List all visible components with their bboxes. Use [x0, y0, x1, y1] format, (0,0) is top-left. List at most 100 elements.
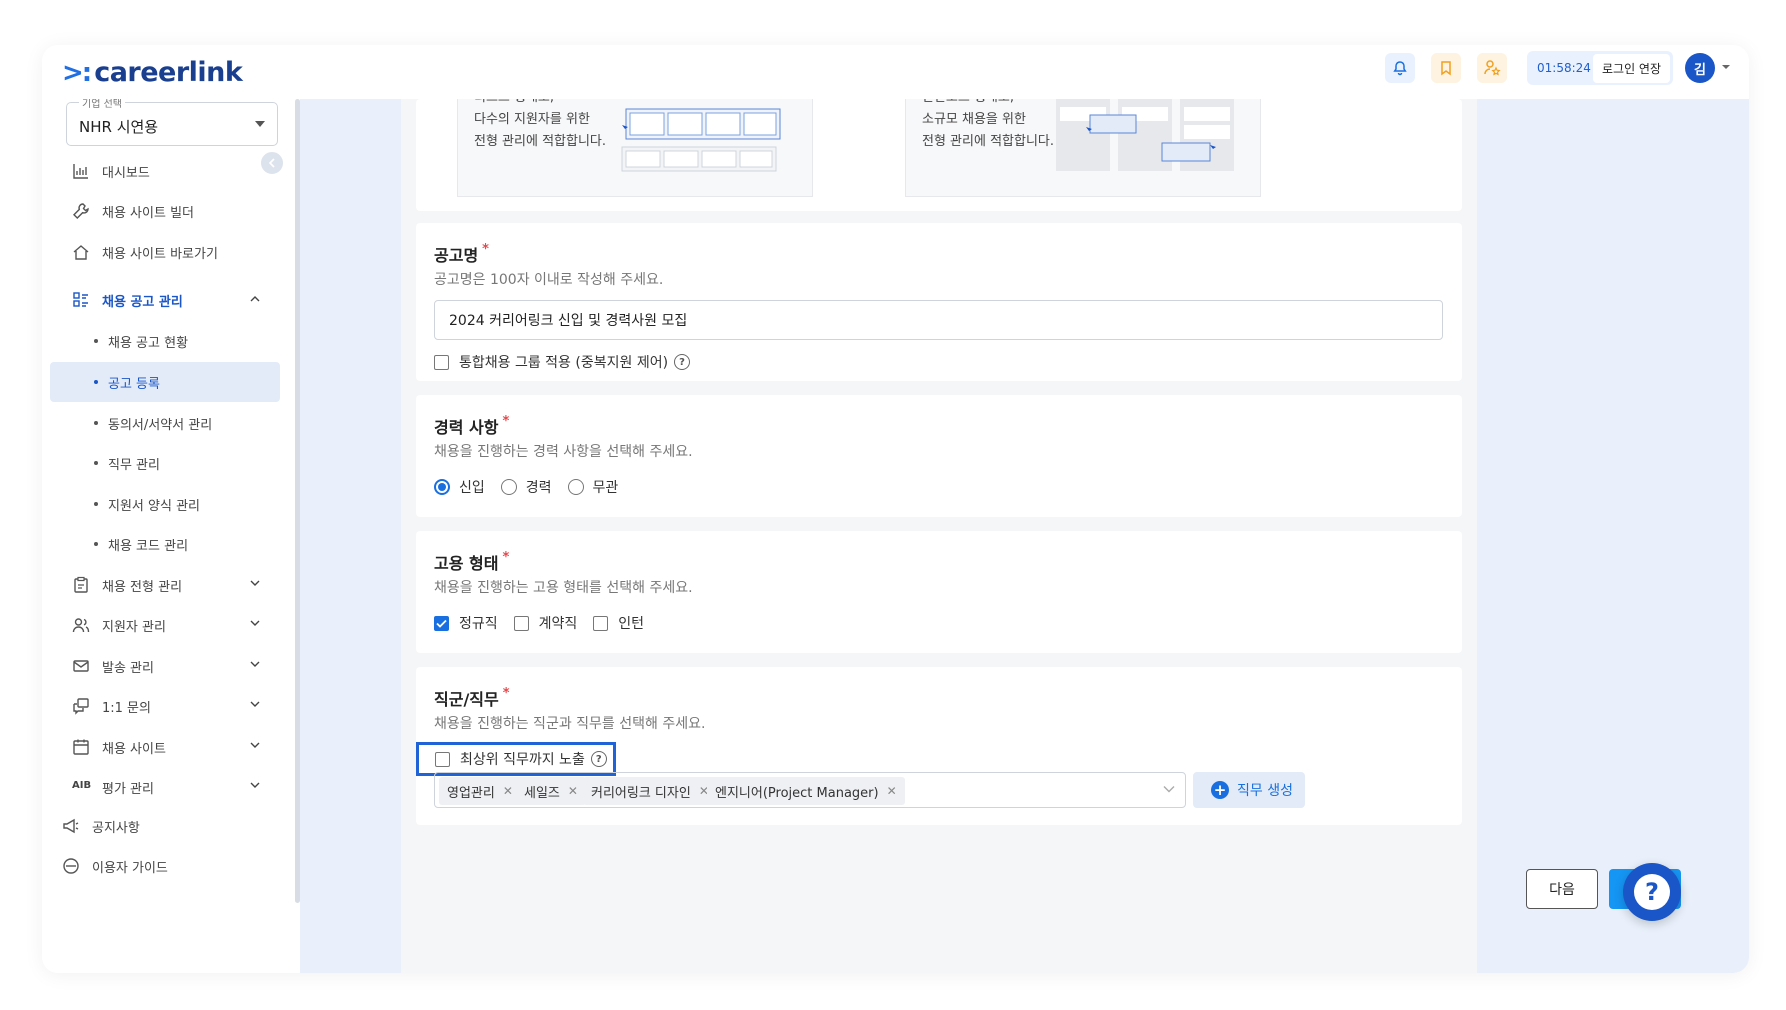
users-icon — [72, 618, 90, 633]
close-icon[interactable]: ✕ — [503, 784, 513, 798]
checkbox-label: 정규직 — [459, 616, 498, 632]
wrench-icon — [73, 203, 89, 219]
sidebar-item-mailing[interactable]: 발송 관리 — [50, 647, 280, 685]
sidebar-item-site-builder[interactable]: 채용 사이트 빌더 — [50, 192, 280, 230]
career-card: 경력 사항 * 채용을 진행하는 경력 사항을 선택해 주세요. 신입 경력 무관 — [416, 395, 1462, 517]
sidebar-item-label: 발송 관리 — [102, 660, 154, 676]
careerlink-logo[interactable]: >: careerlink — [62, 57, 243, 88]
group-apply-checkbox-row[interactable]: 통합채용 그룹 적용 (중복지원 제어) ? — [434, 352, 691, 372]
logo-text: careerlink — [94, 57, 243, 88]
chevron-down-icon[interactable] — [1163, 785, 1175, 793]
sidebar-item-inquiry[interactable]: 1:1 문의 — [50, 687, 280, 725]
radio-label: 신입 — [459, 480, 485, 496]
help-circle-icon[interactable]: ? — [674, 354, 691, 370]
sidebar-item-site-shortcut[interactable]: 채용 사이트 바로가기 — [50, 233, 280, 271]
layout-desc-line: 소규모 채용을 위한 — [922, 112, 1026, 127]
sidebar-item-label: 채용 전형 관리 — [102, 579, 183, 595]
section-description: 공고명은 100자 이내로 작성해 주세요. — [434, 272, 664, 288]
employment-checkbox-intern[interactable] — [593, 615, 609, 631]
sidebar-item-recruit-site[interactable]: 채용 사이트 — [50, 728, 280, 766]
sidebar-item-guide[interactable]: 이용자 가이드 — [42, 847, 270, 885]
layout-select-card: 리스트 형태로, 다수의 지원자를 위한 전형 관리에 적합합니다. 칸반 — [416, 90, 1462, 211]
employment-checkbox-regular[interactable] — [434, 615, 449, 631]
sidebar-item-process[interactable]: 채용 전형 관리 — [50, 566, 280, 604]
career-radio-any[interactable] — [567, 479, 584, 495]
sidebar-item-evaluation[interactable]: AIB 평가 관리 — [50, 768, 280, 806]
section-description: 채용을 진행하는 직군과 직무를 선택해 주세요. — [434, 716, 706, 732]
sidebar-item-label: 채용 사이트 — [102, 741, 166, 757]
chevron-down-icon — [250, 661, 260, 667]
bookmark-button[interactable] — [1431, 53, 1461, 83]
bell-icon — [1393, 61, 1407, 76]
career-radio-group: 신입 경력 무관 — [434, 477, 634, 497]
chevron-down-icon — [250, 742, 260, 748]
sidebar-subitem-job-manage[interactable]: 직무 관리 — [50, 443, 280, 483]
bullet-icon — [94, 542, 98, 546]
chevron-down-icon — [250, 620, 260, 626]
sidebar-item-job-posting[interactable]: 채용 공고 관리 — [50, 281, 280, 319]
avatar[interactable]: 김 — [1685, 53, 1715, 83]
bullet-icon — [94, 339, 98, 343]
highest-job-checkbox-row[interactable]: 최상위 직무까지 노출 ? — [416, 742, 616, 776]
favorite-users-button[interactable] — [1477, 53, 1507, 83]
user-star-icon — [1484, 60, 1501, 76]
required-mark: * — [502, 686, 510, 701]
sidebar-item-label: 지원서 양식 관리 — [108, 498, 200, 514]
employment-checkbox-group: 정규직 계약직 인턴 — [434, 613, 660, 633]
radio-label: 무관 — [592, 480, 619, 496]
sidebar-subitem-posting-register[interactable]: 공고 등록 — [50, 362, 280, 402]
chevron-down-icon[interactable] — [1721, 63, 1731, 71]
career-radio-experienced[interactable] — [500, 479, 517, 495]
sidebar-item-label: 채용 공고 관리 — [102, 294, 183, 310]
help-circle-icon[interactable]: ? — [590, 751, 607, 767]
company-select[interactable]: 기업 선택 NHR 시연용 — [66, 95, 278, 146]
close-icon[interactable]: ✕ — [887, 784, 897, 798]
layout-option-list[interactable]: 리스트 형태로, 다수의 지원자를 위한 전형 관리에 적합합니다. — [457, 90, 813, 197]
session-timer: 01:58:24 로그인 연장 — [1527, 51, 1673, 85]
chevron-down-icon — [250, 701, 260, 707]
sidebar-item-label: 채용 공고 현황 — [108, 335, 189, 351]
notification-button[interactable] — [1385, 53, 1415, 83]
layout-option-kanban[interactable]: 칸반보드 형태로, 소규모 채용을 위한 전형 관리에 적합합니다. — [905, 90, 1261, 197]
sidebar-item-label: 채용 코드 관리 — [108, 538, 189, 554]
chevron-left-icon — [268, 158, 275, 168]
sidebar-item-applicants[interactable]: 지원자 관리 — [50, 606, 280, 644]
app-window: >: careerlink 01:58:24 로그인 연장 김 기업 선택 NH… — [42, 45, 1749, 973]
required-mark: * — [482, 242, 489, 257]
check-icon — [436, 619, 447, 628]
sidebar-subitem-consent[interactable]: 동의서/서약서 관리 — [50, 403, 280, 443]
posting-title-input[interactable]: 2024 커리어링크 신입 및 경력사원 모집 — [434, 300, 1443, 340]
job-chip-label: 커리어링크 디자인 — [591, 785, 691, 801]
sidebar-item-dashboard[interactable]: 대시보드 — [50, 152, 280, 190]
highest-job-checkbox[interactable] — [435, 751, 450, 767]
chevron-down-icon — [250, 782, 260, 788]
sidebar-subitem-posting-status[interactable]: 채용 공고 현황 — [50, 321, 280, 361]
plus-circle-icon: + — [1211, 781, 1229, 799]
chevron-down-icon — [250, 580, 260, 586]
next-button[interactable]: 다음 — [1526, 869, 1598, 909]
close-icon[interactable]: ✕ — [568, 784, 578, 798]
chevron-up-icon — [250, 296, 260, 302]
group-apply-checkbox[interactable] — [434, 354, 449, 370]
sidebar-subitem-form-manage[interactable]: 지원서 양식 관리 — [50, 484, 280, 524]
sidebar-subitem-code-manage[interactable]: 채용 코드 관리 — [50, 524, 280, 564]
career-radio-newcomer[interactable] — [434, 479, 450, 495]
create-job-label: 직무 생성 — [1237, 783, 1293, 799]
create-job-button[interactable]: + 직무 생성 — [1193, 772, 1305, 808]
bullet-icon — [94, 461, 98, 465]
main-area: 리스트 형태로, 다수의 지원자를 위한 전형 관리에 적합합니다. 칸반 — [300, 90, 1749, 973]
sidebar-collapse-button[interactable] — [259, 150, 285, 176]
question-icon: ? — [1634, 874, 1670, 910]
chart-icon — [73, 164, 88, 179]
employment-checkbox-contract[interactable] — [513, 615, 529, 631]
ab-icon: AIB — [72, 780, 92, 791]
clipboard-icon — [74, 576, 88, 593]
extend-login-button[interactable]: 로그인 연장 — [1593, 53, 1671, 83]
sidebar-item-notice[interactable]: 공지사항 — [42, 807, 270, 845]
job-chip-label: 세일즈 — [524, 785, 560, 801]
job-multiselect[interactable]: 영업관리 ✕ 세일즈 ✕ 커리어링크 디자인 ✕ 엔지니어(Project Manag… — [434, 772, 1186, 808]
help-fab-button[interactable]: ? — [1623, 863, 1681, 921]
job-chip: 커리어링크 디자인 ✕ — [583, 777, 717, 805]
checkbox-label: 인턴 — [618, 616, 645, 632]
section-heading: 공고명 * — [434, 242, 489, 266]
